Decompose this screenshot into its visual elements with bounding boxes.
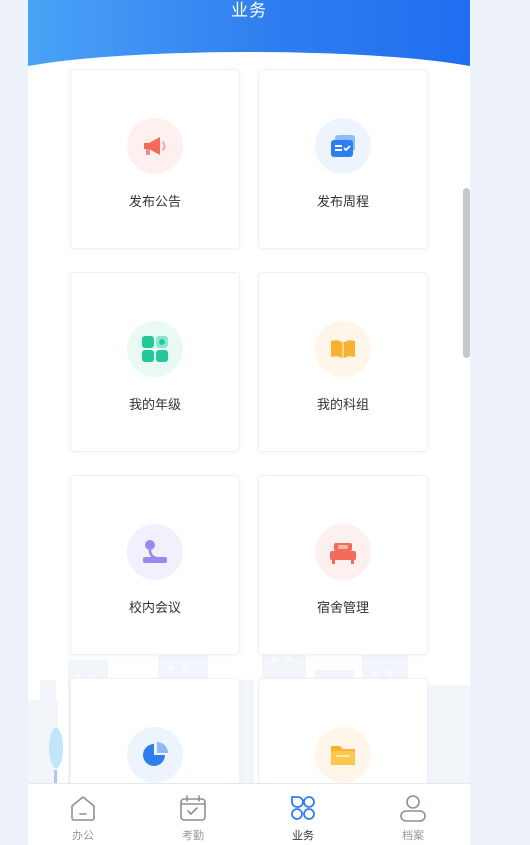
card-dorm-management[interactable]: 宿舍管理 bbox=[258, 475, 428, 655]
card-my-subject-group[interactable]: 我的科组 bbox=[258, 272, 428, 452]
card-label: 我的年级 bbox=[128, 398, 181, 413]
tab-profile[interactable]: 档案 bbox=[358, 784, 468, 845]
tab-label: 考勤 bbox=[182, 829, 204, 842]
calendar-check-icon bbox=[180, 795, 206, 821]
tab-label: 办公 bbox=[72, 829, 94, 842]
pie-chart-icon bbox=[127, 727, 183, 783]
tab-label: 档案 bbox=[402, 829, 424, 842]
tab-business[interactable]: 业务 bbox=[248, 784, 358, 845]
card-label: 我的科组 bbox=[316, 398, 369, 413]
grade-grid-icon bbox=[127, 321, 183, 377]
schedule-card-icon bbox=[315, 118, 371, 174]
page-title: 业务 bbox=[231, 1, 267, 21]
book-icon bbox=[315, 321, 371, 377]
tab-attendance[interactable]: 考勤 bbox=[138, 784, 248, 845]
scrollbar[interactable] bbox=[463, 188, 470, 358]
tab-office[interactable]: 办公 bbox=[28, 784, 138, 845]
card-publish-schedule[interactable]: 发布周程 bbox=[258, 69, 428, 249]
microphone-icon bbox=[127, 524, 183, 580]
bottom-tab-bar: 办公 考勤 业务 档案 bbox=[28, 783, 470, 845]
card-label: 发布公告 bbox=[128, 195, 181, 210]
card-label: 发布周程 bbox=[316, 195, 369, 210]
tab-label: 业务 bbox=[292, 829, 314, 842]
card-school-meeting[interactable]: 校内会议 bbox=[70, 475, 240, 655]
business-clover-icon bbox=[291, 796, 315, 820]
card-my-grade[interactable]: 我的年级 bbox=[70, 272, 240, 452]
card-publish-announcement[interactable]: 发布公告 bbox=[70, 69, 240, 249]
bed-icon bbox=[315, 524, 371, 580]
card-label: 校内会议 bbox=[128, 601, 181, 616]
folder-icon bbox=[315, 727, 371, 783]
home-icon bbox=[71, 796, 95, 821]
app-screen: 业务 发布公告 发布周程 我的年级 我的科组 校内会议 宿舍管理 办公 考勤 业… bbox=[28, 0, 470, 845]
profile-icon bbox=[400, 795, 426, 822]
megaphone-icon bbox=[127, 118, 183, 174]
card-label: 宿舍管理 bbox=[316, 601, 369, 616]
